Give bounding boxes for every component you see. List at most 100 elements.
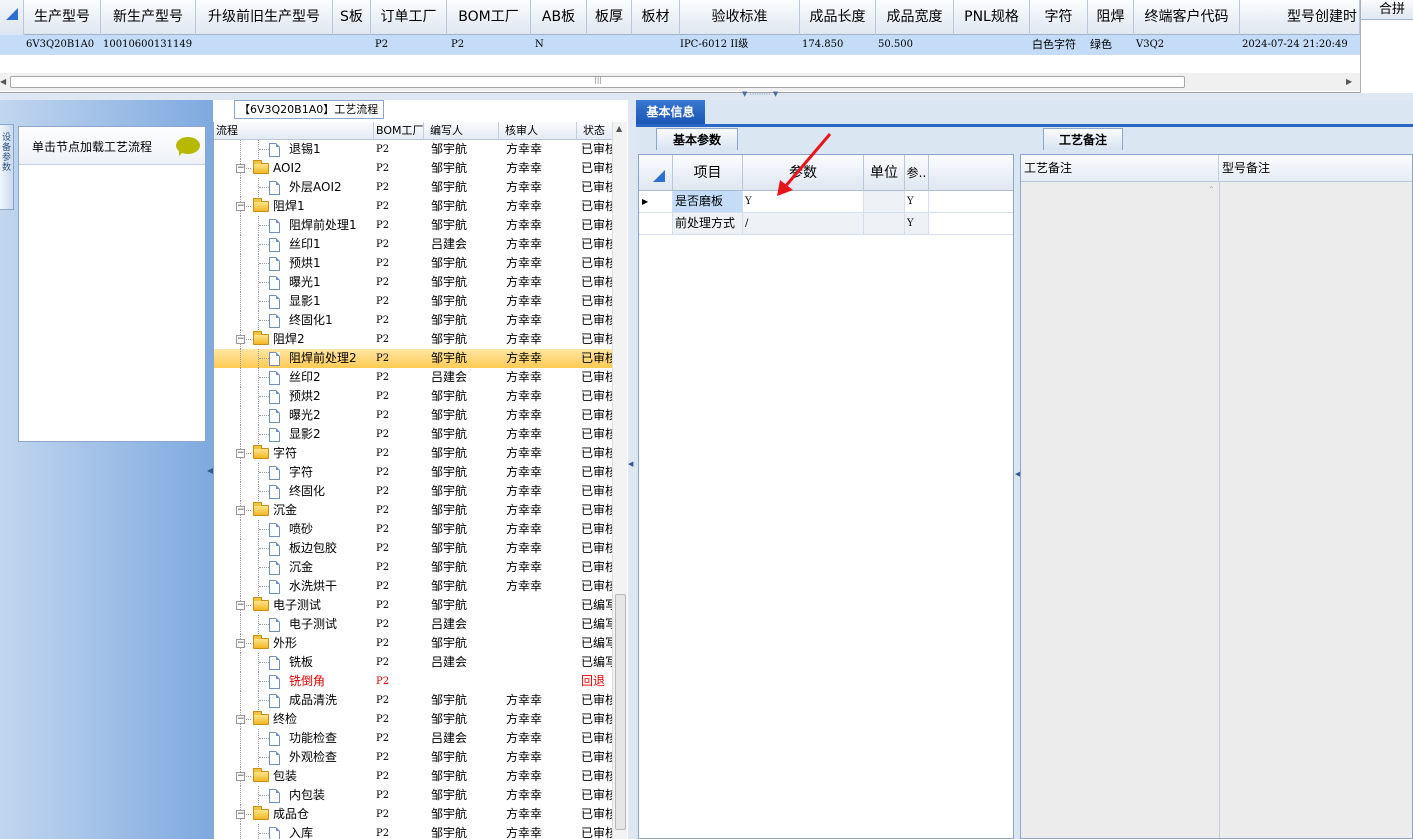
process-bom-factory: P2	[376, 258, 390, 269]
col-header-customer-code[interactable]: 终端客户代码	[1134, 0, 1240, 35]
table-row[interactable]: − 包装 P2 邹宇航 方幸幸 已审核	[214, 767, 612, 786]
grid-corner-selector[interactable]	[0, 0, 24, 35]
table-row[interactable]: 铣倒角 P2 回退	[214, 672, 612, 691]
table-row[interactable]: 沉金 P2 邹宇航 方幸幸 已审核	[214, 558, 612, 577]
col-header-flow[interactable]: 流程	[214, 122, 374, 140]
table-row[interactable]: 终固化 P2 邹宇航 方幸幸 已审核	[214, 482, 612, 501]
tab-basic-info[interactable]: 基本信息	[636, 100, 705, 124]
col-header-param[interactable]: 参数	[743, 155, 864, 191]
col-header-process-remark[interactable]: 工艺备注	[1021, 155, 1219, 182]
table-row[interactable]: 字符 P2 邹宇航 方幸幸 已审核	[214, 463, 612, 482]
table-row[interactable]: 内包装 P2 邹宇航 方幸幸 已审核	[214, 786, 612, 805]
table-row[interactable]: ▶ 是否磨板 Y Y	[639, 191, 1013, 213]
collapse-toggle-icon[interactable]: −	[236, 601, 245, 610]
table-row[interactable]: 功能检查 P2 吕建会 方幸幸 已审核	[214, 729, 612, 748]
col-header-flag[interactable]: 参..	[905, 155, 929, 191]
col-header-bom-factory[interactable]: BOM工厂	[447, 0, 531, 35]
col-header-width[interactable]: 成品宽度	[876, 0, 954, 35]
collapse-arrows-icon[interactable]: ▼ ⋯⋯⋯ ▼	[742, 90, 778, 98]
scroll-up-arrow-icon[interactable]: ⌃	[1208, 185, 1215, 194]
table-row[interactable]: 曝光2 P2 邹宇航 方幸幸 已审核	[214, 406, 612, 425]
tab-basic-params[interactable]: 基本参数	[656, 128, 738, 150]
collapse-toggle-icon[interactable]: −	[236, 506, 245, 515]
table-row[interactable]: 预烘1 P2 邹宇航 方幸幸 已审核	[214, 254, 612, 273]
collapse-toggle-icon[interactable]: −	[236, 772, 245, 781]
table-row[interactable]: 6V3Q20B1A0 10010600131149 P2 P2 N IPC-60…	[0, 35, 1360, 55]
col-header-created[interactable]: 型号创建时	[1240, 0, 1360, 35]
table-row[interactable]: − 阻焊2 P2 邹宇航 方幸幸 已审核	[214, 330, 612, 349]
param-value[interactable]: /	[743, 213, 864, 234]
table-row[interactable]: 丝印1 P2 吕建会 方幸幸 已审核	[214, 235, 612, 254]
col-header-reviewer[interactable]: 核审人	[499, 122, 577, 140]
col-header-standard[interactable]: 验收标准	[680, 0, 800, 35]
col-header-prod-model[interactable]: 生产型号	[24, 0, 101, 35]
table-row[interactable]: − 电子测试 P2 邹宇航 已编写	[214, 596, 612, 615]
collapse-toggle-icon[interactable]: −	[236, 202, 245, 211]
collapse-toggle-icon[interactable]: −	[236, 335, 245, 344]
col-header-unit[interactable]: 单位	[864, 155, 905, 191]
table-row[interactable]: 外观检查 P2 邹宇航 方幸幸 已审核	[214, 748, 612, 767]
table-row[interactable]: 预烘2 P2 邹宇航 方幸幸 已审核	[214, 387, 612, 406]
table-row[interactable]: 丝印2 P2 吕建会 方幸幸 已审核	[214, 368, 612, 387]
table-row[interactable]: 外层AOI2 P2 邹宇航 方幸幸 已审核	[214, 178, 612, 197]
params-corner-icon[interactable]	[639, 155, 673, 191]
chat-bubble-icon[interactable]	[176, 137, 200, 156]
col-header-soldermask[interactable]: 阻焊	[1088, 0, 1134, 35]
table-row[interactable]: 成品清洗 P2 邹宇航 方幸幸 已审核	[214, 691, 612, 710]
document-icon	[269, 466, 280, 480]
table-row[interactable]: 喷砂 P2 邹宇航 方幸幸 已审核	[214, 520, 612, 539]
table-row[interactable]: 铣板 P2 吕建会 已编写	[214, 653, 612, 672]
collapse-toggle-icon[interactable]: −	[236, 715, 245, 724]
scroll-up-arrow-icon[interactable]: ▲	[616, 124, 622, 133]
table-row[interactable]: 退锡1 P2 邹宇航 方幸幸 已审核	[214, 140, 612, 159]
horizontal-splitter[interactable]: ▼ ⋯⋯⋯ ▼	[0, 90, 1413, 100]
col-header-order-factory[interactable]: 订单工厂	[371, 0, 447, 35]
col-header-old-model[interactable]: 升级前旧生产型号	[196, 0, 333, 35]
col-header-s-board[interactable]: S板	[333, 0, 371, 35]
table-row[interactable]: 显影2 P2 邹宇航 方幸幸 已审核	[214, 425, 612, 444]
col-header-bom[interactable]: BOM工厂	[374, 122, 424, 140]
scrollbar-thumb[interactable]: |||	[10, 75, 1185, 88]
table-row[interactable]: 显影1 P2 邹宇航 方幸幸 已审核	[214, 292, 612, 311]
scroll-right-arrow-icon[interactable]: ▶	[1346, 77, 1352, 86]
table-row[interactable]: − 终检 P2 邹宇航 方幸幸 已审核	[214, 710, 612, 729]
table-row[interactable]: 阻焊前处理2 P2 邹宇航 方幸幸 已审核	[214, 349, 612, 368]
table-row[interactable]: − AOI2 P2 邹宇航 方幸幸 已审核	[214, 159, 612, 178]
vertical-splitter[interactable]: ◀	[628, 100, 636, 839]
col-header-thickness[interactable]: 板厚	[587, 0, 632, 35]
table-row[interactable]: 电子测试 P2 吕建会 已编写	[214, 615, 612, 634]
table-row[interactable]: 板边包胶 P2 邹宇航 方幸幸 已审核	[214, 539, 612, 558]
param-value[interactable]: Y	[743, 191, 864, 212]
table-row[interactable]: 入库 P2 邹宇航 方幸幸 已审核	[214, 824, 612, 839]
scrollbar-thumb[interactable]	[615, 594, 626, 830]
col-header-new-model[interactable]: 新生产型号	[101, 0, 196, 35]
collapse-toggle-icon[interactable]: −	[236, 810, 245, 819]
table-row[interactable]: − 字符 P2 邹宇航 方幸幸 已审核	[214, 444, 612, 463]
col-header-ab-board[interactable]: AB板	[531, 0, 587, 35]
col-header-length[interactable]: 成品长度	[800, 0, 876, 35]
col-header-material[interactable]: 板材	[632, 0, 680, 35]
tab-process-remarks[interactable]: 工艺备注	[1043, 128, 1123, 150]
col-header-model-remark[interactable]: 型号备注	[1219, 155, 1412, 182]
table-row[interactable]: 水洗烘干 P2 邹宇航 方幸幸 已审核	[214, 577, 612, 596]
table-row[interactable]: 前处理方式 / Y	[639, 213, 1013, 235]
collapse-toggle-icon[interactable]: −	[236, 164, 245, 173]
col-header-item[interactable]: 项目	[673, 155, 743, 191]
table-row[interactable]: 阻焊前处理1 P2 邹宇航 方幸幸 已审核	[214, 216, 612, 235]
collapse-toggle-icon[interactable]: −	[236, 639, 245, 648]
col-header-silkscreen[interactable]: 字符	[1030, 0, 1088, 35]
collapse-arrow-icon[interactable]: ◀	[628, 460, 633, 468]
table-row[interactable]: 终固化1 P2 邹宇航 方幸幸 已审核	[214, 311, 612, 330]
vertical-scrollbar[interactable]: ▲	[612, 122, 627, 839]
scroll-left-arrow-icon[interactable]: ◀	[0, 77, 6, 86]
table-row[interactable]: − 外形 P2 邹宇航 已编写	[214, 634, 612, 653]
collapse-toggle-icon[interactable]: −	[236, 449, 245, 458]
table-row[interactable]: − 沉金 P2 邹宇航 方幸幸 已审核	[214, 501, 612, 520]
side-tab-device-params[interactable]: 设备参数	[0, 124, 14, 210]
col-header-writer[interactable]: 编写人	[424, 122, 499, 140]
horizontal-scrollbar[interactable]: ◀ ||| ▶	[0, 73, 1360, 91]
table-row[interactable]: − 阻焊1 P2 邹宇航 方幸幸 已审核	[214, 197, 612, 216]
table-row[interactable]: − 成品仓 P2 邹宇航 方幸幸 已审核	[214, 805, 612, 824]
table-row[interactable]: 曝光1 P2 邹宇航 方幸幸 已审核	[214, 273, 612, 292]
col-header-pnl-spec[interactable]: PNL规格	[954, 0, 1030, 35]
